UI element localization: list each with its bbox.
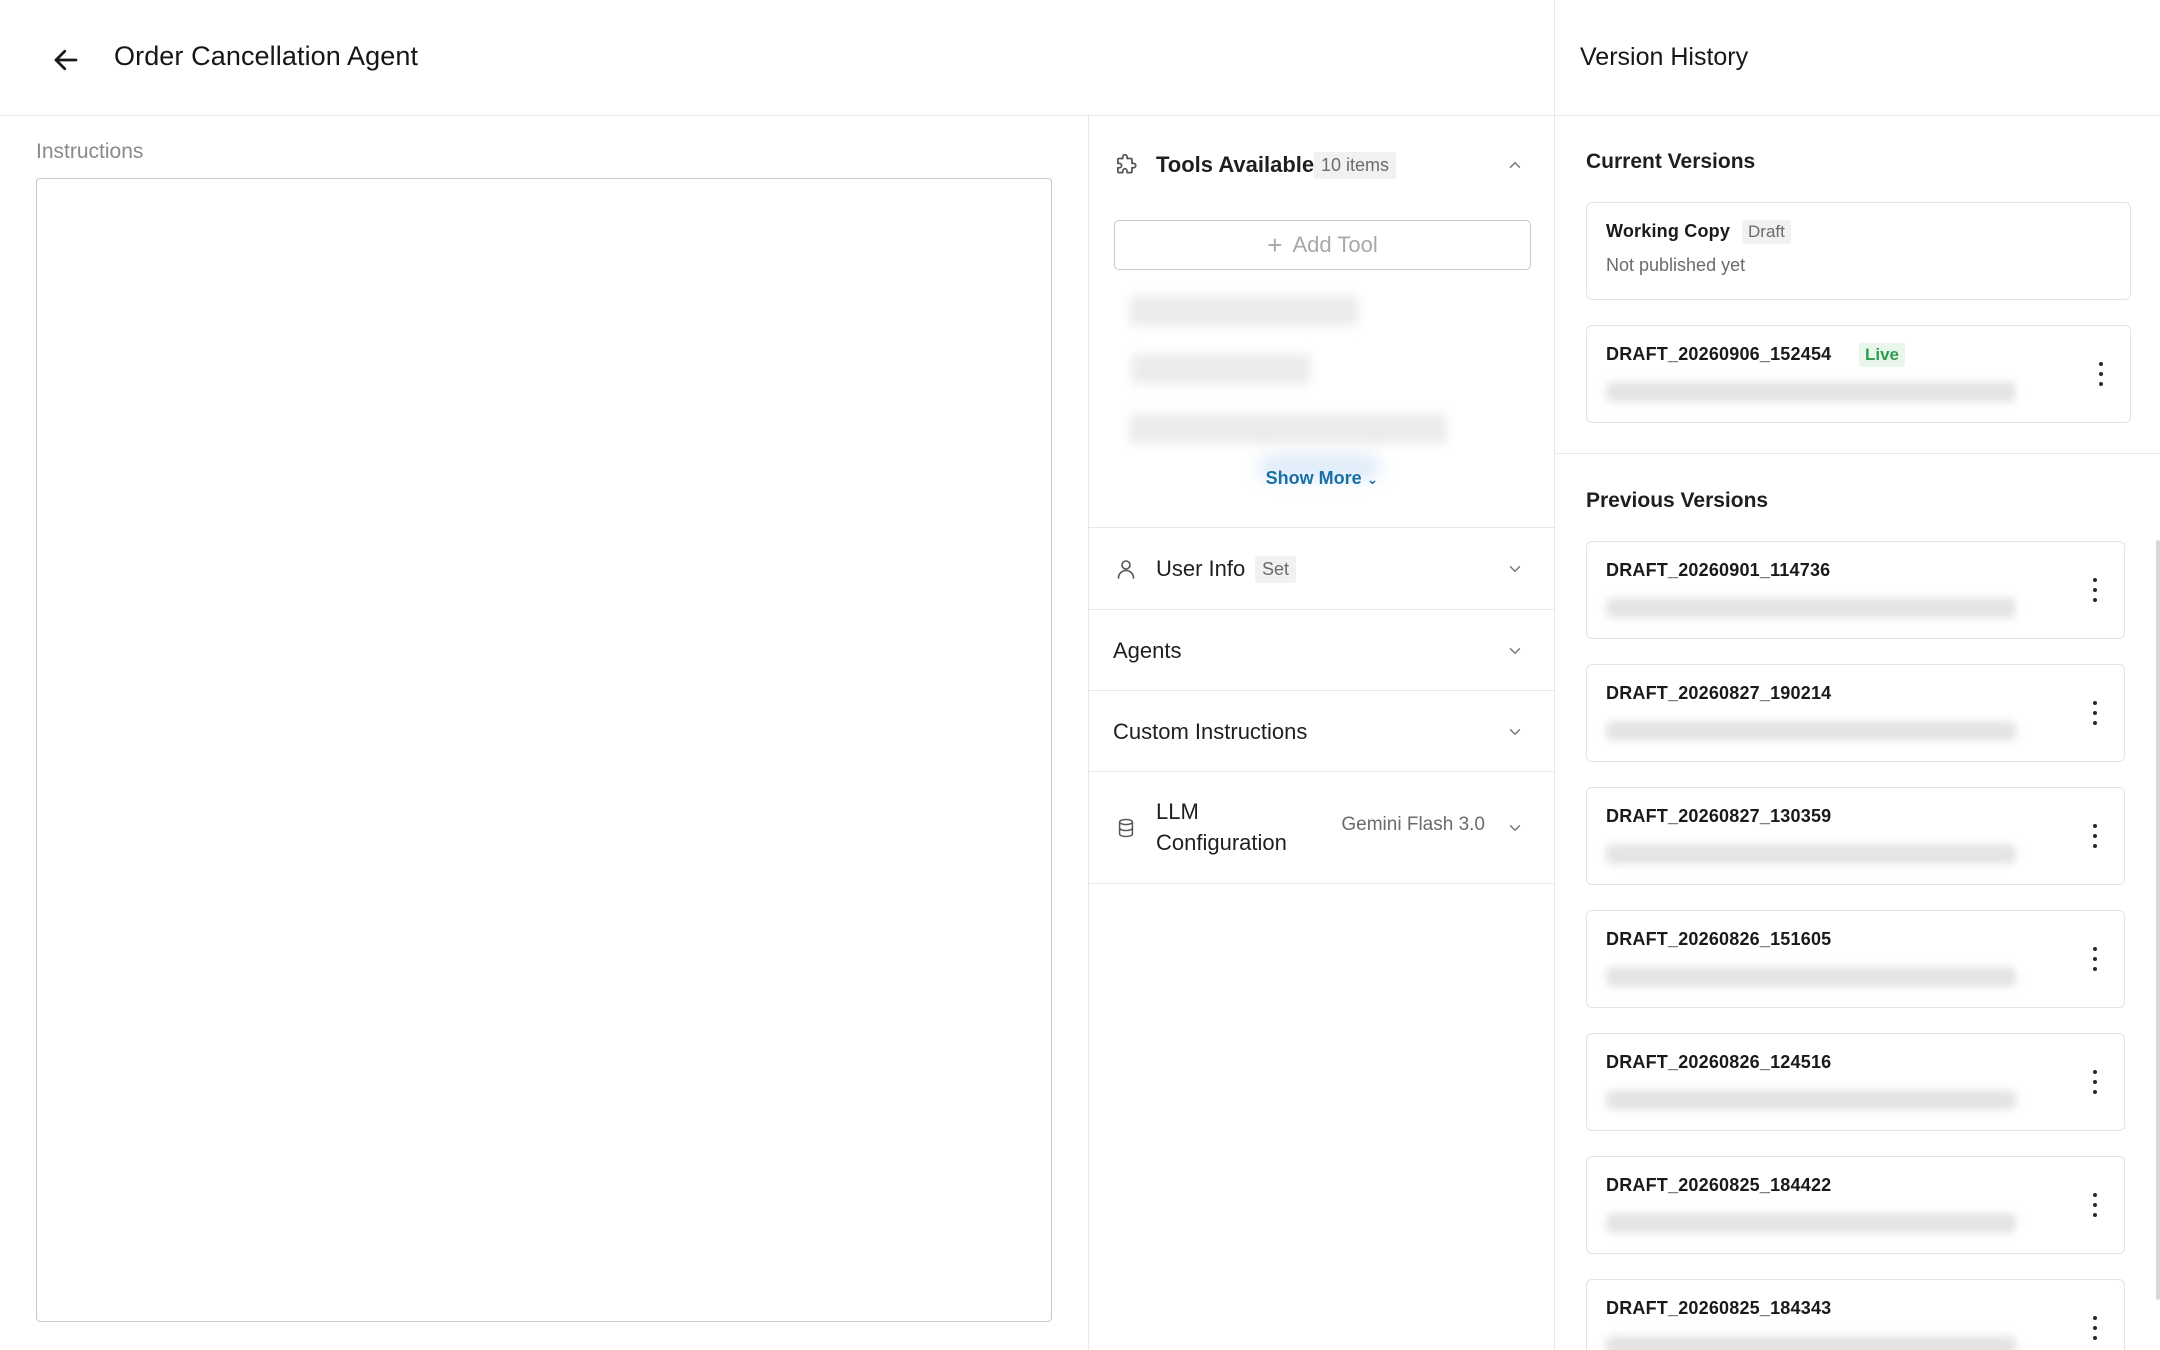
chevron-down-icon (1505, 818, 1525, 838)
user-info-title: User Info (1156, 556, 1246, 581)
version-name: Working Copy (1606, 221, 1731, 241)
version-meta-redacted (1606, 382, 2016, 402)
more-vertical-icon[interactable] (2088, 818, 2102, 854)
version-name: DRAFT_20260901_114736 (1606, 560, 1831, 580)
custom-instructions-section: Custom Instructions (1089, 691, 1555, 772)
llm-model-value: Gemini Flash 3.0 (1341, 814, 1485, 835)
current-versions-heading: Current Versions (1586, 150, 1756, 173)
version-name: DRAFT_20260827_190214 (1606, 683, 1832, 703)
tools-section-header[interactable]: Tools Available 10 items (1089, 142, 1555, 188)
version-name: DRAFT_20260826_151605 (1606, 929, 1832, 949)
agents-header[interactable]: Agents (1089, 610, 1555, 691)
tools-title: Tools Available (1156, 152, 1315, 177)
version-history-header: Version History (1555, 0, 2160, 116)
user-info-header[interactable]: User Info Set (1089, 528, 1555, 610)
tools-section: Tools Available 10 items + Add Tool Show… (1089, 116, 1555, 528)
version-meta-redacted (1606, 598, 2016, 618)
page-title: Order Cancellation Agent (114, 41, 419, 71)
version-card[interactable]: DRAFT_20260826_124516 (1586, 1033, 2125, 1131)
version-card[interactable]: DRAFT_20260825_184343 (1586, 1279, 2125, 1350)
instructions-textarea[interactable] (36, 178, 1052, 1322)
user-info-badge: Set (1255, 555, 1297, 583)
add-tool-label: Add Tool (1292, 232, 1378, 257)
tool-item[interactable] (1131, 354, 1311, 384)
chevron-down-icon (1505, 641, 1525, 661)
version-card[interactable]: DRAFT_20260826_151605 (1586, 910, 2125, 1008)
more-vertical-icon[interactable] (2088, 1310, 2102, 1346)
top-header: Order Cancellation Agent (0, 0, 1554, 116)
version-name: DRAFT_20260906_152454 (1606, 344, 1832, 364)
section-divider (1555, 453, 2160, 454)
tool-item[interactable] (1129, 296, 1359, 326)
user-info-section: User Info Set (1089, 528, 1555, 610)
custom-instructions-header[interactable]: Custom Instructions (1089, 691, 1555, 772)
version-card-live[interactable]: DRAFT_20260906_152454 Live (1586, 325, 2131, 423)
more-vertical-icon[interactable] (2088, 1064, 2102, 1100)
agents-section: Agents (1089, 610, 1555, 691)
instructions-label: Instructions (36, 140, 144, 163)
version-meta-redacted (1606, 844, 2016, 864)
live-badge: Live (1859, 343, 1906, 367)
version-meta: Not published yet (1606, 255, 1746, 275)
version-card[interactable]: DRAFT_20260901_114736 (1586, 541, 2125, 639)
version-meta-redacted (1606, 1090, 2016, 1110)
version-name: DRAFT_20260825_184422 (1606, 1175, 1832, 1195)
more-vertical-icon[interactable] (2088, 695, 2102, 731)
user-icon (1113, 556, 1139, 582)
llm-configuration-header[interactable]: LLM Configuration Gemini Flash 3.0 (1089, 772, 1555, 884)
version-meta-redacted (1606, 721, 2016, 741)
more-vertical-icon[interactable] (2088, 1187, 2102, 1223)
version-meta-redacted (1606, 1213, 2016, 1233)
database-icon (1113, 815, 1139, 841)
version-meta-redacted (1606, 1336, 2016, 1350)
back-button[interactable] (44, 38, 88, 82)
version-history-panel: Version History Current Versions Working… (1554, 0, 2160, 1350)
add-tool-button[interactable]: + Add Tool (1114, 220, 1531, 270)
version-name: DRAFT_20260827_130359 (1606, 806, 1832, 826)
version-meta-redacted (1606, 967, 2016, 987)
llm-configuration-section: LLM Configuration Gemini Flash 3.0 (1089, 772, 1555, 884)
show-more-label: Show More (1265, 468, 1362, 488)
tool-item[interactable] (1129, 414, 1447, 444)
more-vertical-icon[interactable] (2088, 941, 2102, 977)
agents-title: Agents (1113, 637, 1182, 663)
draft-badge: Draft (1742, 220, 1791, 244)
version-card[interactable]: DRAFT_20260825_184422 (1586, 1156, 2125, 1254)
llm-configuration-title: LLM Configuration (1156, 799, 1287, 855)
version-card-working-copy[interactable]: Working Copy Draft Not published yet (1586, 202, 2131, 300)
chevron-down-icon (1505, 722, 1525, 742)
plus-icon: + (1267, 230, 1283, 260)
chevron-down-icon (1505, 559, 1525, 579)
version-card[interactable]: DRAFT_20260827_190214 (1586, 664, 2125, 762)
version-history-scrollbar[interactable] (2156, 540, 2160, 1300)
previous-versions-heading: Previous Versions (1586, 489, 1769, 512)
version-history-title: Version History (1580, 43, 1749, 71)
version-name: DRAFT_20260826_124516 (1606, 1052, 1832, 1072)
more-vertical-icon[interactable] (2088, 572, 2102, 608)
more-vertical-icon[interactable] (2094, 356, 2108, 392)
version-name: DRAFT_20260825_184343 (1606, 1298, 1832, 1318)
arrow-left-icon (54, 49, 78, 71)
chevron-up-icon (1505, 155, 1525, 175)
show-more-link[interactable]: Show More ⌄ (1089, 468, 1555, 489)
tools-count-badge: 10 items (1314, 151, 1397, 179)
config-panel: Tools Available 10 items + Add Tool Show… (1088, 116, 1555, 1350)
puzzle-icon (1113, 152, 1139, 178)
version-card[interactable]: DRAFT_20260827_130359 (1586, 787, 2125, 885)
chevron-down-small-icon: ⌄ (1366, 471, 1379, 487)
custom-instructions-title: Custom Instructions (1113, 718, 1308, 744)
